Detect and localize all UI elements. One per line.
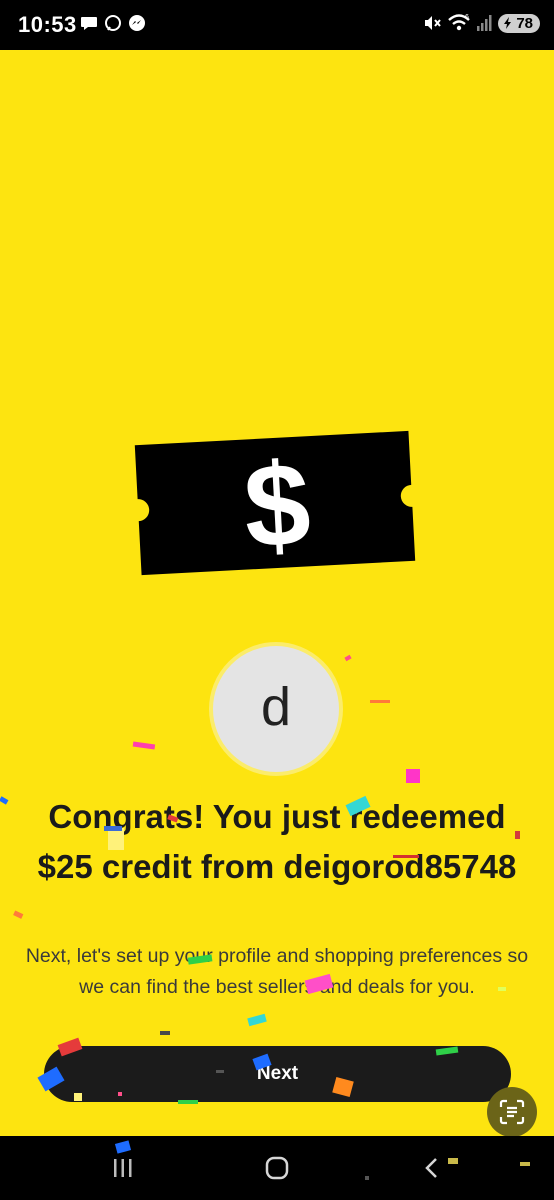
text-scan-button[interactable] — [487, 1087, 537, 1136]
dollar-ticket-icon: $ — [134, 430, 416, 576]
charging-icon — [504, 17, 512, 29]
navigation-bar — [0, 1136, 554, 1200]
next-button-label: Next — [256, 1063, 299, 1084]
main-screen: $ d Congrats! You just redeemed $25 cred… — [0, 50, 554, 1136]
mute-icon — [425, 16, 442, 30]
status-time: 10:53 — [18, 12, 77, 37]
wifi-icon: 6 — [448, 14, 471, 31]
onboarding-subtext: Next, let's set up your profile and shop… — [25, 945, 529, 998]
avatar: d — [209, 642, 343, 776]
battery-level: 78 — [516, 14, 533, 32]
messenger-icon — [129, 15, 145, 31]
text-scan-icon — [499, 1099, 525, 1125]
notification-icons — [80, 14, 146, 32]
system-icons: 6 78 — [422, 13, 540, 33]
congrats-headline: Congrats! You just redeemed $25 credit f… — [37, 798, 517, 885]
svg-text:6: 6 — [465, 14, 469, 21]
status-bar: 10:53 6 78 — [0, 0, 554, 50]
battery-indicator: 78 — [498, 13, 540, 33]
signal-icon — [477, 15, 492, 31]
messenger-outline-icon — [105, 15, 121, 31]
avatar-letter: d — [260, 677, 292, 737]
chat-bubble-icon — [81, 17, 97, 30]
next-button[interactable]: Next — [44, 1046, 511, 1102]
dollar-symbol: $ — [241, 438, 313, 573]
nav-confetti-decoration — [114, 1140, 530, 1180]
